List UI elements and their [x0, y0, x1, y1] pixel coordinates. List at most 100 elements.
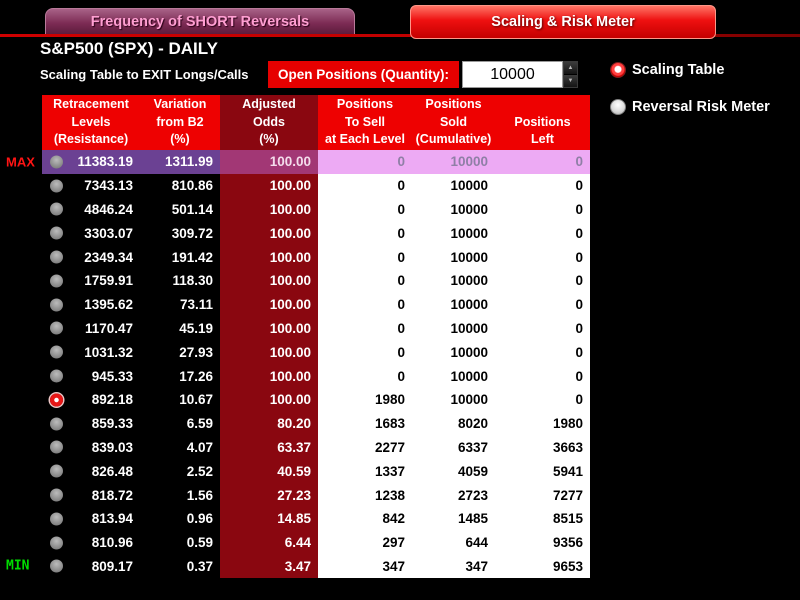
cell-to_sell: 0: [318, 292, 412, 317]
radio-selected-icon[interactable]: [610, 62, 626, 78]
row-radio[interactable]: [50, 536, 63, 550]
table-row: 7343.13 810.86 100.00 0 10000 0: [42, 173, 590, 198]
view-option-label: Scaling Table: [632, 62, 725, 78]
cell-variation: 118.30: [140, 268, 220, 293]
spinner-down-button[interactable]: ▼: [564, 74, 577, 87]
row-radio[interactable]: [50, 202, 63, 216]
table-row: 810.96 0.59 6.44 297 644 9356: [42, 530, 590, 555]
cell-odds: 63.37: [220, 435, 318, 460]
cell-level: 813.94: [42, 506, 140, 531]
cell-variation: 0.37: [140, 554, 220, 579]
cell-sold: 347: [412, 554, 495, 579]
cell-odds: 100.00: [220, 316, 318, 341]
row-tag-min: MIN: [6, 558, 30, 574]
cell-left: 9653: [495, 554, 590, 579]
row-radio[interactable]: [50, 155, 63, 169]
table-row: 859.33 6.59 80.20 1683 8020 1980: [42, 411, 590, 436]
cell-left: 1980: [495, 411, 590, 436]
tab-scaling-risk-meter[interactable]: Scaling & Risk Meter: [410, 5, 716, 39]
cell-to_sell: 0: [318, 197, 412, 222]
cell-left: 5941: [495, 459, 590, 484]
row-radio[interactable]: [50, 226, 63, 240]
cell-odds: 100.00: [220, 364, 318, 388]
cell-variation: 27.93: [140, 340, 220, 365]
cell-variation: 2.52: [140, 459, 220, 484]
row-radio[interactable]: [50, 512, 63, 526]
open-positions-input[interactable]: [462, 61, 563, 88]
row-radio-selected[interactable]: [50, 393, 63, 407]
tab-frequency-short-reversals[interactable]: Frequency of SHORT Reversals: [45, 8, 355, 35]
cell-odds: 40.59: [220, 459, 318, 484]
cell-to_sell: 0: [318, 316, 412, 341]
cell-variation: 501.14: [140, 197, 220, 222]
row-radio[interactable]: [50, 417, 63, 431]
cell-level: 7343.13: [42, 173, 140, 198]
cell-to_sell: 0: [318, 150, 412, 174]
cell-left: 0: [495, 364, 590, 388]
table-row: 2349.34 191.42 100.00 0 10000 0: [42, 245, 590, 269]
cell-to_sell: 1683: [318, 411, 412, 436]
view-option-scaling-table[interactable]: Scaling Table: [610, 62, 724, 78]
table-row: 892.18 10.67 100.00 1980 10000 0: [42, 387, 590, 412]
cell-level: 1170.47: [42, 316, 140, 341]
cell-level: 1031.32: [42, 340, 140, 365]
cell-sold: 10000: [412, 221, 495, 246]
cell-variation: 0.96: [140, 506, 220, 531]
row-radio[interactable]: [50, 250, 63, 264]
cell-to_sell: 0: [318, 364, 412, 388]
cell-variation: 1311.99: [140, 150, 220, 174]
cell-level: 11383.19: [42, 150, 140, 174]
cell-variation: 4.07: [140, 435, 220, 460]
cell-left: 0: [495, 292, 590, 317]
column-header-retracement-levels: Retracement Levels (Resistance): [42, 95, 140, 150]
cell-to_sell: 2277: [318, 435, 412, 460]
cell-odds: 100.00: [220, 150, 318, 174]
row-radio[interactable]: [50, 559, 63, 573]
table-row: 826.48 2.52 40.59 1337 4059 5941: [42, 459, 590, 484]
cell-sold: 10000: [412, 292, 495, 317]
cell-sold: 10000: [412, 150, 495, 174]
cell-left: 7277: [495, 483, 590, 507]
cell-sold: 4059: [412, 459, 495, 484]
column-header-positions-to-sell: Positions To Sell at Each Level: [318, 95, 412, 150]
cell-left: 3663: [495, 435, 590, 460]
cell-variation: 6.59: [140, 411, 220, 436]
cell-to_sell: 842: [318, 506, 412, 531]
table-row: 3303.07 309.72 100.00 0 10000 0: [42, 221, 590, 246]
cell-odds: 100.00: [220, 197, 318, 222]
cell-left: 0: [495, 387, 590, 412]
cell-to_sell: 347: [318, 554, 412, 579]
table-row: 4846.24 501.14 100.00 0 10000 0: [42, 197, 590, 222]
view-option-reversal-risk-meter[interactable]: Reversal Risk Meter: [610, 99, 770, 115]
cell-odds: 14.85: [220, 506, 318, 531]
cell-to_sell: 1980: [318, 387, 412, 412]
cell-sold: 10000: [412, 245, 495, 269]
row-radio[interactable]: [50, 488, 63, 502]
spinner-up-button[interactable]: ▲: [564, 62, 577, 74]
cell-left: 0: [495, 221, 590, 246]
column-header-adjusted-odds: Adjusted Odds (%): [220, 95, 318, 150]
row-radio[interactable]: [50, 440, 63, 454]
cell-variation: 73.11: [140, 292, 220, 317]
cell-left: 0: [495, 197, 590, 222]
cell-odds: 80.20: [220, 411, 318, 436]
cell-odds: 27.23: [220, 483, 318, 507]
table-header: Retracement Levels (Resistance) Variation fr…: [42, 95, 590, 150]
row-radio[interactable]: [50, 274, 63, 288]
table-row: 1395.62 73.11 100.00 0 10000 0: [42, 292, 590, 317]
radio-unselected-icon[interactable]: [610, 99, 626, 115]
cell-level: 945.33: [42, 364, 140, 388]
row-radio[interactable]: [50, 369, 63, 383]
cell-odds: 6.44: [220, 530, 318, 555]
cell-variation: 810.86: [140, 173, 220, 198]
row-radio[interactable]: [50, 179, 63, 193]
row-radio[interactable]: [50, 298, 63, 312]
cell-level: 818.72: [42, 483, 140, 507]
cell-variation: 17.26: [140, 364, 220, 388]
row-radio[interactable]: [50, 321, 63, 335]
row-radio[interactable]: [50, 464, 63, 478]
cell-left: 0: [495, 173, 590, 198]
row-radio[interactable]: [50, 345, 63, 359]
cell-left: 9356: [495, 530, 590, 555]
cell-to_sell: 0: [318, 268, 412, 293]
